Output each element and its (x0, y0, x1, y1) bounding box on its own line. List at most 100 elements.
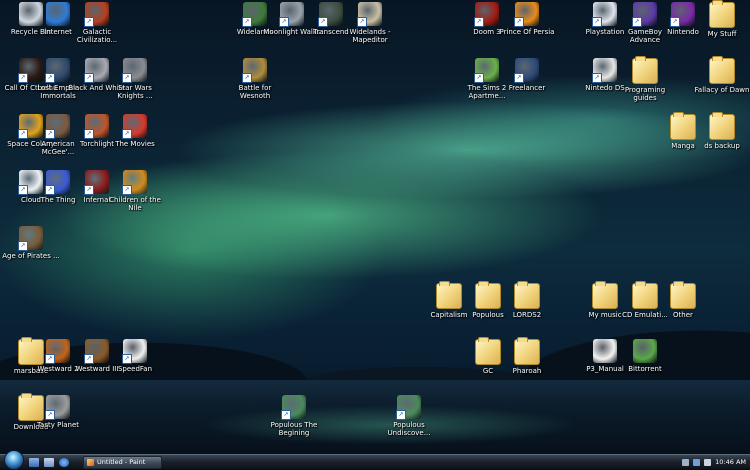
desktop-item[interactable]: ↗ Age of Pirates ... (0, 226, 62, 260)
freelancer-icon: ↗ (514, 58, 539, 83)
shortcut-arrow-icon: ↗ (45, 354, 55, 364)
desktop-item[interactable]: Bittorrent (614, 339, 676, 373)
desktop-item-label: Prince Of Persia (499, 28, 555, 36)
speedfan-icon: ↗ (122, 339, 147, 364)
desktop-item[interactable]: ↗ Galactic Civilizatio... (66, 2, 128, 44)
taskbar: Untitled - Paint 10:46 AM (0, 449, 750, 470)
shortcut-arrow-icon: ↗ (18, 241, 28, 251)
paint-icon (87, 458, 94, 466)
shortcut-arrow-icon: ↗ (670, 17, 680, 27)
shortcut-arrow-icon: ↗ (45, 129, 55, 139)
desktop-item[interactable]: ↗ SpeedFan (104, 339, 166, 373)
desktop-item-label: Pharoah (512, 367, 542, 375)
desktop-item[interactable]: ds backup (691, 112, 750, 150)
shortcut-arrow-icon: ↗ (122, 354, 132, 364)
desktop-item-label: Populous Undiscove... (387, 421, 431, 437)
desktop-item-label: The Movies (115, 140, 155, 148)
taskbar-button-paint[interactable]: Untitled - Paint (83, 455, 162, 469)
desktop-item-label: Other (673, 311, 693, 319)
other-folder-icon (670, 281, 696, 309)
desktop-item-label: Tasty Planet (36, 421, 80, 429)
shortcut-arrow-icon: ↗ (84, 185, 94, 195)
desktop-item[interactable]: Programing guides (614, 56, 676, 102)
desktop-item-label: Programing guides (624, 86, 666, 102)
chevron-left-icon[interactable] (682, 458, 690, 466)
populous-undiscovered-icon: ↗ (396, 395, 421, 420)
populous-the-beginning-icon: ↗ (281, 395, 306, 420)
shortcut-arrow-icon: ↗ (474, 17, 484, 27)
desktop-item[interactable]: ↗ Populous Undiscove... (378, 395, 440, 437)
shortcut-arrow-icon: ↗ (396, 410, 406, 420)
shortcut-arrow-icon: ↗ (242, 17, 252, 27)
desktop-item-label: Bittorrent (628, 365, 662, 373)
desktop-item[interactable]: ↗ Tasty Planet (27, 395, 89, 429)
desktop-item-label: LORDS2 (512, 311, 542, 319)
age-of-pirates-icon: ↗ (18, 226, 43, 251)
shortcut-arrow-icon: ↗ (592, 17, 602, 27)
desktop-item[interactable]: Fallacy of Dawn (691, 56, 750, 94)
desktop-item[interactable]: Other (652, 281, 714, 319)
the-movies-icon: ↗ (122, 114, 147, 139)
shortcut-arrow-icon: ↗ (632, 17, 642, 27)
desktop-item-label: Battle for Wesnoth (238, 84, 272, 100)
desktop-item[interactable]: ↗ Star Wars Knights ... (104, 58, 166, 100)
shortcut-arrow-icon: ↗ (592, 73, 602, 83)
shortcut-arrow-icon: ↗ (84, 17, 94, 27)
shortcut-arrow-icon: ↗ (357, 17, 367, 27)
desktop-item-label: Age of Pirates ... (2, 252, 60, 260)
shortcut-arrow-icon: ↗ (84, 354, 94, 364)
desktop-item[interactable]: ↗ Battle for Wesnoth (224, 58, 286, 100)
shortcut-arrow-icon: ↗ (242, 73, 252, 83)
shortcut-arrow-icon: ↗ (45, 185, 55, 195)
shortcut-arrow-icon: ↗ (514, 73, 524, 83)
fallacy-of-dawn-folder-icon (709, 56, 735, 84)
shortcut-arrow-icon: ↗ (281, 410, 291, 420)
lords2-folder-icon (514, 281, 540, 309)
shortcut-arrow-icon: ↗ (84, 73, 94, 83)
desktop-item[interactable]: LORDS2 (496, 281, 558, 319)
shortcut-arrow-icon: ↗ (45, 73, 55, 83)
desktop-item[interactable]: Pharoah (496, 337, 558, 375)
desktop-item[interactable]: ↗ Widelands - Mapeditor (339, 2, 401, 44)
shortcut-arrow-icon: ↗ (122, 73, 132, 83)
shortcut-arrow-icon: ↗ (279, 17, 289, 27)
desktop-item-label: Star Wars Knights ... (117, 84, 153, 100)
desktop-item[interactable]: My Stuff (691, 0, 750, 38)
pharoah-folder-icon (514, 337, 540, 365)
desktop-item-label: ds backup (704, 142, 740, 150)
widelands-mapeditor-icon: ↗ (357, 2, 382, 27)
desktop-item[interactable]: ↗ Children of the Nile (104, 170, 166, 212)
desktop-item-label: Children of the Nile (109, 196, 161, 212)
internet-quicklaunch-icon[interactable] (59, 457, 69, 467)
show-desktop-icon[interactable] (29, 457, 39, 467)
desktop-item[interactable]: ↗ Freelancer (496, 58, 558, 92)
shortcut-arrow-icon: ↗ (45, 410, 55, 420)
star-wars-knights-icon: ↗ (122, 58, 147, 83)
switch-windows-icon[interactable] (44, 457, 54, 467)
shortcut-arrow-icon: ↗ (84, 129, 94, 139)
start-button[interactable] (4, 449, 24, 470)
desktop-item-label: SpeedFan (117, 365, 153, 373)
shortcut-arrow-icon: ↗ (514, 17, 524, 27)
desktop-item-label: Galactic Civilizatio... (76, 28, 118, 44)
children-of-the-nile-icon: ↗ (122, 170, 147, 195)
programing-guides-folder-icon (632, 56, 658, 84)
volume-icon[interactable] (704, 458, 712, 466)
desktop-item[interactable]: ↗ Prince Of Persia (496, 2, 558, 36)
battle-for-wesnoth-icon: ↗ (242, 58, 267, 83)
network-icon[interactable] (693, 458, 701, 466)
desktop-item-label: Freelancer (508, 84, 546, 92)
shortcut-arrow-icon: ↗ (318, 17, 328, 27)
bittorrent-icon (633, 339, 657, 363)
shortcut-arrow-icon: ↗ (122, 129, 132, 139)
ds-backup-folder-icon (709, 112, 735, 140)
desktop-item-label: Fallacy of Dawn (694, 86, 750, 94)
desktop-item[interactable]: ↗ The Movies (104, 114, 166, 148)
my-stuff-folder-icon (709, 0, 735, 28)
desktop-item-label: My Stuff (707, 30, 737, 38)
tasty-planet-icon: ↗ (45, 395, 70, 420)
desktop-item[interactable]: ↗ Populous The Begining (263, 395, 325, 437)
shortcut-arrow-icon: ↗ (122, 185, 132, 195)
clock[interactable]: 10:46 AM (715, 458, 746, 466)
desktop-item-label: Populous The Begining (270, 421, 318, 437)
